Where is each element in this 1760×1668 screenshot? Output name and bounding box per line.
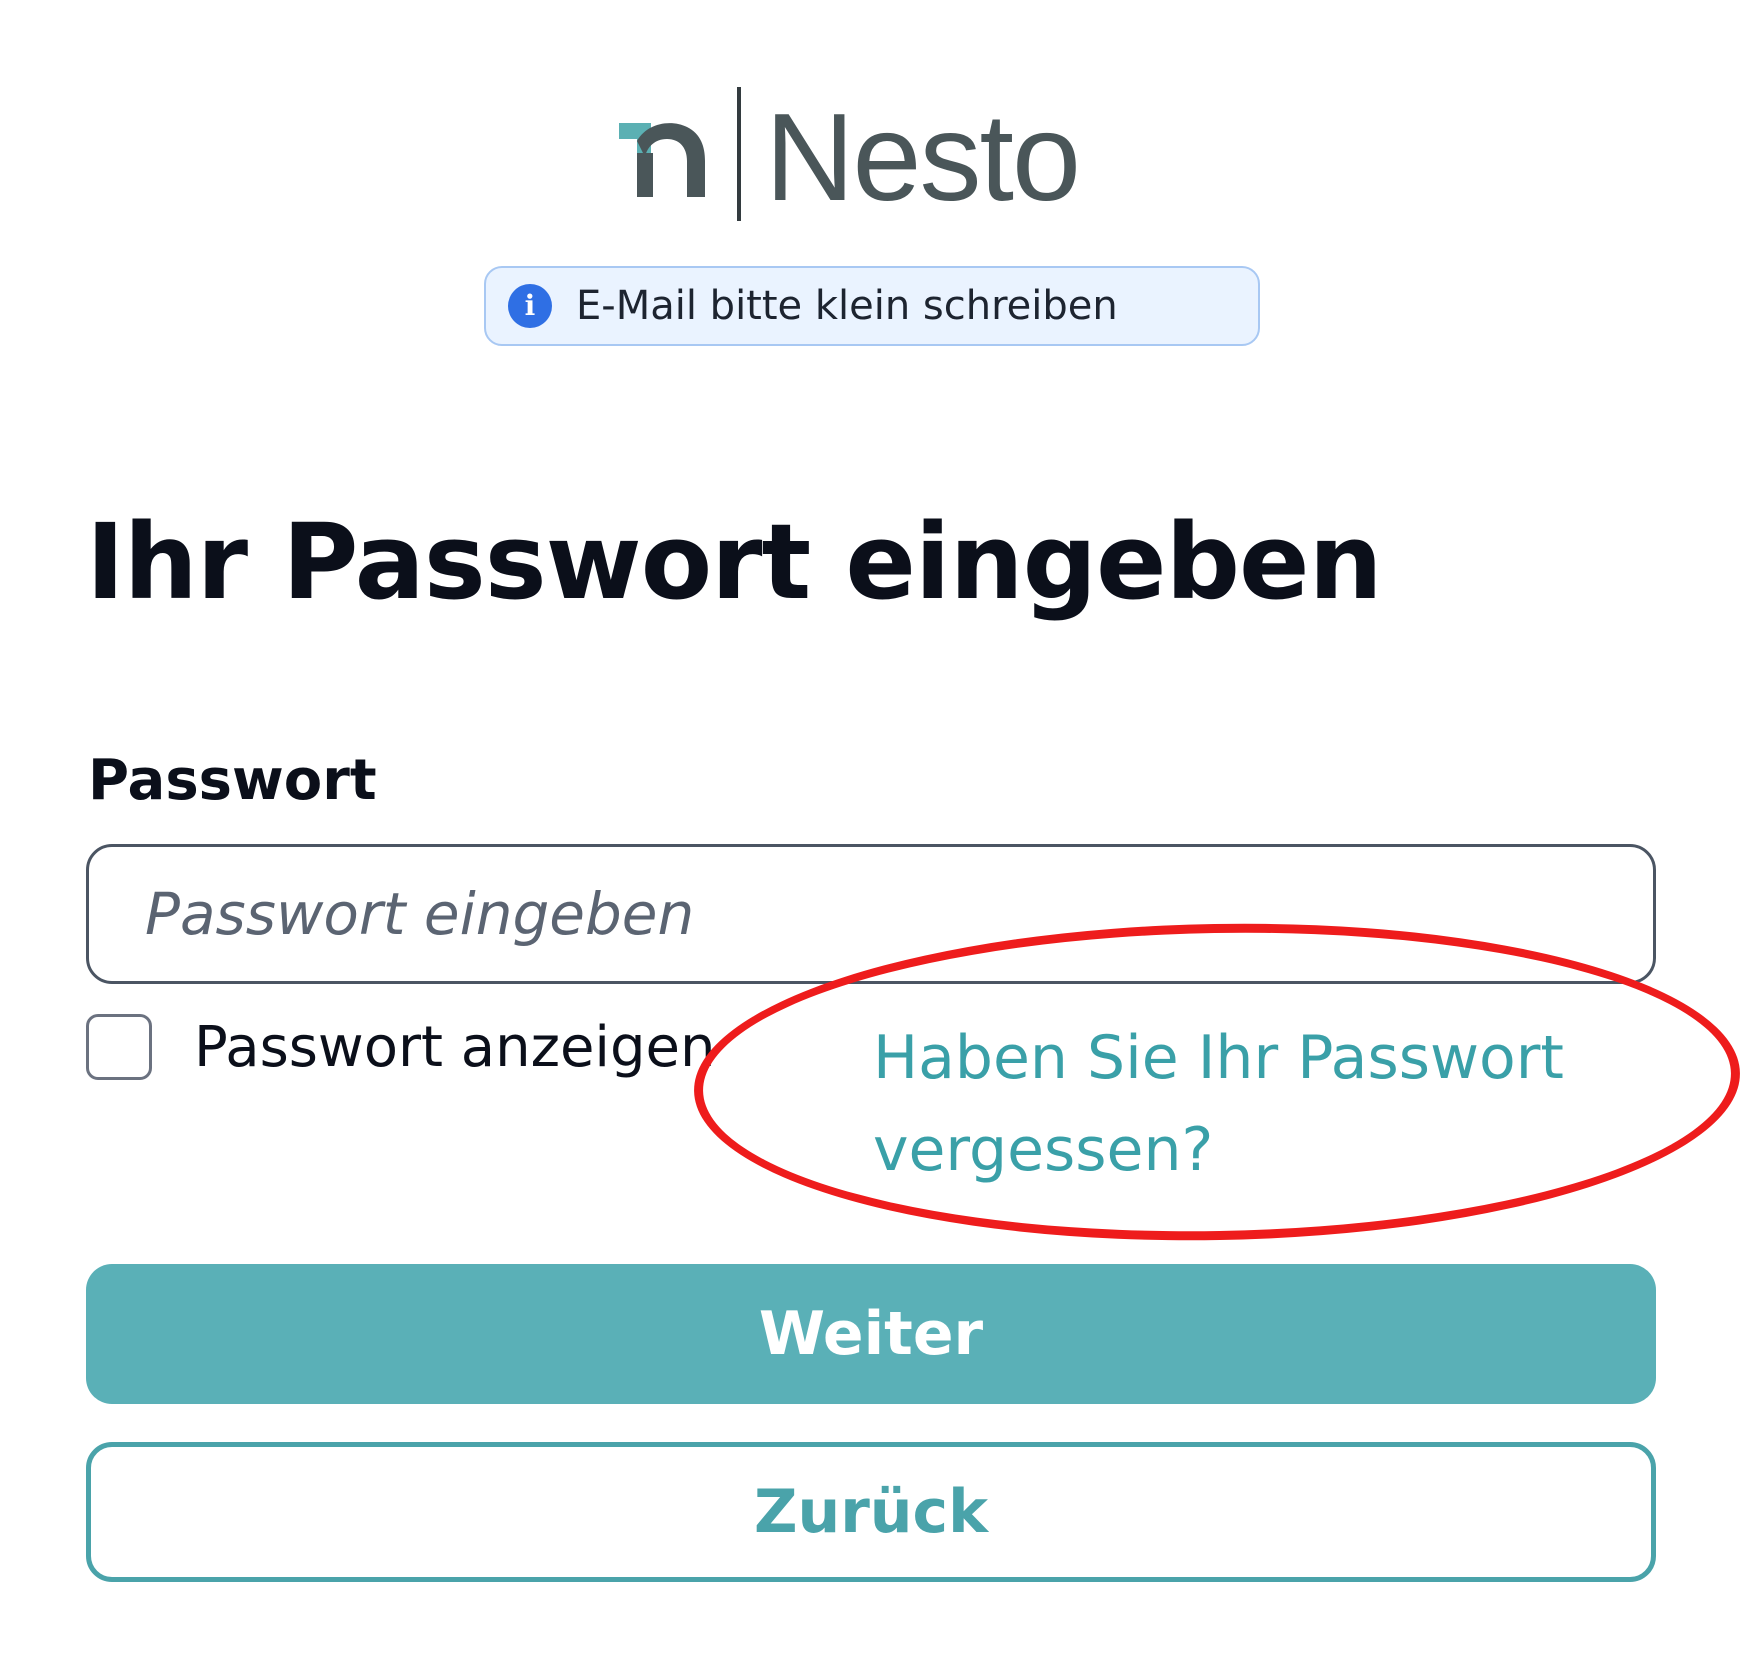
logo-wordmark: Nesto — [765, 89, 1081, 227]
nesto-logo: Nesto — [617, 86, 1081, 227]
forgot-password-link[interactable]: Haben Sie Ihr Passwort vergessen? — [873, 1012, 1633, 1196]
nesto-n-mark-icon — [619, 123, 705, 197]
logo-divider — [737, 87, 741, 221]
continue-button[interactable]: Weiter — [86, 1264, 1656, 1404]
back-button[interactable]: Zurück — [86, 1442, 1656, 1582]
show-password-checkbox[interactable] — [86, 1014, 152, 1080]
info-icon: i — [508, 284, 552, 328]
show-password-label[interactable]: Passwort anzeigen — [194, 1015, 715, 1080]
info-banner-text: E-Mail bitte klein schreiben — [576, 283, 1118, 329]
show-password-row[interactable]: Passwort anzeigen — [86, 1014, 715, 1080]
info-banner: i E-Mail bitte klein schreiben — [484, 266, 1260, 346]
password-label: Passwort — [88, 748, 377, 813]
page-title: Ihr Passwort eingeben — [86, 501, 1383, 623]
password-input[interactable] — [86, 844, 1656, 984]
